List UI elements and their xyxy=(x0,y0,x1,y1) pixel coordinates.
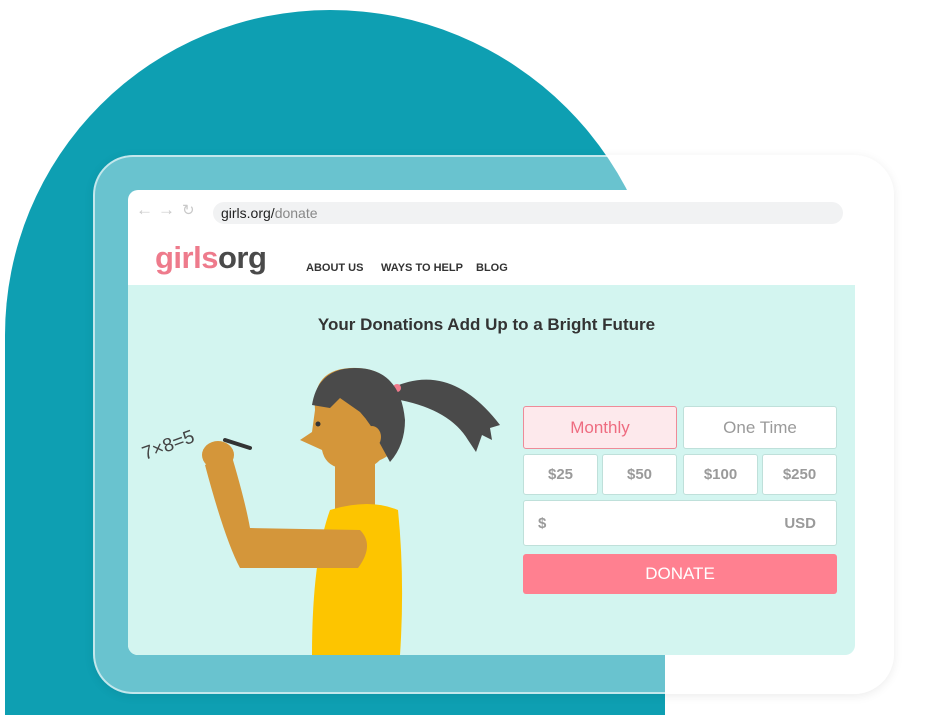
nav-about-us[interactable]: ABOUT US xyxy=(306,262,363,274)
donate-section: Your Donations Add Up to a Bright Future… xyxy=(128,285,855,655)
logo-part-org: org xyxy=(217,240,267,275)
eye xyxy=(315,421,321,427)
currency-code: USD xyxy=(784,515,816,532)
ear xyxy=(363,426,381,448)
math-text: 7×8=5 xyxy=(140,427,198,465)
browser-toolbar: ← → ↻ girls.org/donate xyxy=(128,190,855,230)
logo[interactable]: girlsorg xyxy=(155,240,267,276)
arrow-right-icon[interactable]: → xyxy=(158,200,175,220)
hand xyxy=(202,441,234,469)
site-header: girlsorg ABOUT US WAYS TO HELP BLOG xyxy=(128,230,855,285)
amount-50-button[interactable]: $50 xyxy=(602,454,677,495)
amount-100-button[interactable]: $100 xyxy=(683,454,758,495)
one-time-button[interactable]: One Time xyxy=(683,406,837,449)
monthly-button[interactable]: Monthly xyxy=(523,406,677,449)
nav-blog[interactable]: BLOG xyxy=(476,262,508,274)
arrow-left-icon[interactable]: ← xyxy=(136,200,153,220)
donate-button[interactable]: DONATE xyxy=(523,554,837,594)
browser-window: ← → ↻ girls.org/donate girlsorg ABOUT US… xyxy=(128,190,855,655)
url-path: donate xyxy=(274,205,318,221)
address-bar[interactable]: girls.org/donate xyxy=(213,202,843,224)
currency-symbol: $ xyxy=(538,515,547,532)
reload-icon[interactable]: ↻ xyxy=(182,201,195,219)
custom-amount-input[interactable]: $ USD xyxy=(523,500,837,546)
url-host: girls.org/ xyxy=(221,205,275,221)
ponytail xyxy=(392,379,500,452)
nav-ways-to-help[interactable]: WAYS TO HELP xyxy=(381,262,463,274)
logo-part-girls: girls xyxy=(155,240,218,275)
amount-250-button[interactable]: $250 xyxy=(762,454,837,495)
amount-25-button[interactable]: $25 xyxy=(523,454,598,495)
shirt xyxy=(312,504,403,655)
